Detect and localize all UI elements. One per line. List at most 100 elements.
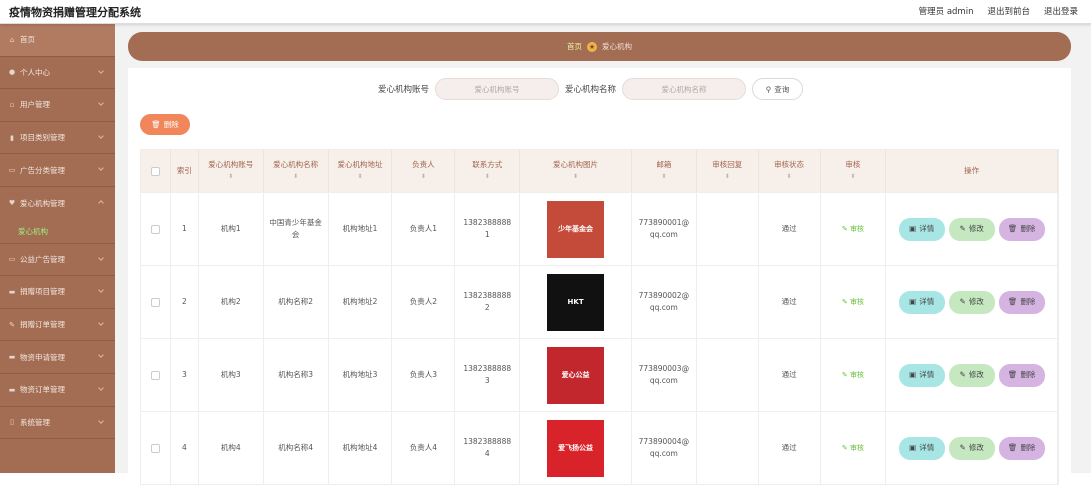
header-name[interactable]: 爱心机构名称 ⬍ (264, 150, 329, 192)
header-label: 爱心机构图片 (553, 160, 599, 169)
view-button[interactable]: ▣ 详情 (898, 436, 945, 460)
detail-icon: ▣ (909, 370, 917, 379)
sort-icon[interactable]: ⬍ (293, 172, 298, 182)
view-button[interactable]: ▣ 详情 (898, 290, 945, 314)
cell-email: 773890001@qq.com (632, 193, 697, 265)
header-address[interactable]: 爱心机构地址 ⬍ (329, 150, 393, 192)
cell-actions: ▣ 详情 ✎ 修改 🗑 删除 (886, 193, 1058, 265)
phone-text: 13823888881 (463, 218, 512, 239)
delete-button[interactable]: 🗑 删除 (998, 436, 1045, 460)
query-button[interactable]: ⚲ 查询 (752, 78, 804, 100)
edit-button[interactable]: ✎ 修改 (948, 436, 995, 460)
edit-icon: ✎ (959, 370, 966, 379)
app-title: 疫情物资捐赠管理分配系统 (9, 6, 141, 19)
sort-icon[interactable]: ⬍ (661, 172, 666, 182)
audit-link[interactable]: ✎ 审核 (842, 223, 864, 235)
header-status[interactable]: 审核状态 ⬍ (759, 150, 821, 192)
sort-icon[interactable]: ⬍ (228, 172, 233, 182)
cell-reply (697, 412, 759, 484)
sidebar-item-system[interactable]: ▯ 系统管理 (0, 407, 115, 440)
search-bar: 爱心机构账号 爱心机构账号 爱心机构名称 爱心机构名称 ⚲ 查询 (378, 78, 804, 100)
chevron-down-icon (98, 132, 104, 139)
cell-account: 机构3 (199, 339, 264, 411)
cell-email: 773890003@qq.com (632, 339, 697, 411)
breadcrumb-home[interactable]: 首页 (567, 41, 582, 52)
email-text: 773890004@qq.com (638, 437, 690, 458)
org-image-text: 爱心公益 (561, 371, 590, 379)
sidebar-item-donation-order[interactable]: ✎ 捐赠订单管理 (0, 309, 115, 342)
edit-button[interactable]: ✎ 修改 (948, 290, 995, 314)
back-to-front-link[interactable]: 退出到前台 (987, 5, 1030, 17)
sort-icon[interactable]: ⬍ (421, 172, 426, 182)
row-checkbox[interactable] (150, 297, 160, 307)
batch-delete-button[interactable]: 🗑 删除 (140, 114, 190, 135)
header-person[interactable]: 负责人 ⬍ (392, 150, 456, 192)
row-checkbox[interactable] (150, 370, 160, 380)
cell-person: 负责人3 (392, 339, 456, 411)
header-reply[interactable]: 审核回复 ⬍ (697, 150, 759, 192)
sidebar-item-project-category[interactable]: ▮ 项目类别管理 (0, 122, 115, 155)
logout-link[interactable]: 退出登录 (1044, 5, 1078, 17)
sort-icon[interactable]: ⬍ (485, 172, 490, 182)
sidebar-item-label: 物资订单管理 (20, 385, 65, 395)
ad-icon: ▭ (8, 255, 16, 264)
view-button[interactable]: ▣ 详情 (898, 217, 945, 241)
cell-account: 机构2 (199, 266, 264, 338)
row-checkbox[interactable] (150, 224, 160, 234)
audit-link[interactable]: ✎ 审核 (842, 442, 864, 454)
cell-image: 爱心公益 (520, 339, 632, 411)
chevron-down-icon (98, 254, 104, 261)
header-audit[interactable]: 审核 ⬍ (821, 150, 887, 192)
row-select-cell (141, 412, 171, 484)
header-label: 爱心机构账号 (208, 160, 254, 169)
sidebar-item-ad-category[interactable]: ▭ 广告分类管理 (0, 154, 115, 187)
cell-actions: ▣ 详情 ✎ 修改 🗑 删除 (886, 339, 1058, 411)
sidebar-item-charity-org[interactable]: ♥ 爱心机构管理 (0, 187, 115, 220)
header-image[interactable]: 爱心机构图片 ⬍ (520, 150, 632, 192)
sort-icon[interactable]: ⬍ (850, 172, 855, 182)
sidebar-item-supply-apply[interactable]: ▬ 物资申请管理 (0, 341, 115, 374)
delete-button[interactable]: 🗑 删除 (998, 217, 1045, 241)
header-phone[interactable]: 联系方式 ⬍ (455, 150, 521, 192)
header-email[interactable]: 邮箱 ⬍ (632, 150, 697, 192)
audit-link[interactable]: ✎ 审核 (842, 369, 864, 381)
audit-label: 审核 (850, 298, 864, 306)
sort-icon[interactable]: ⬍ (358, 172, 363, 182)
sort-icon[interactable]: ⬍ (573, 172, 578, 182)
audit-label: 审核 (850, 371, 864, 379)
sidebar-item-public-ad[interactable]: ▭ 公益广告管理 (0, 244, 115, 277)
edit-button[interactable]: ✎ 修改 (948, 217, 995, 241)
sort-icon[interactable]: ⬍ (725, 172, 730, 182)
delete-button[interactable]: 🗑 删除 (998, 290, 1045, 314)
view-label: 详情 (919, 370, 935, 379)
sidebar-item-supply-order[interactable]: ▬ 物资订单管理 (0, 374, 115, 407)
view-label: 详情 (919, 297, 935, 306)
sidebar-item-donation-project[interactable]: ▬ 捐赠项目管理 (0, 276, 115, 309)
sidebar-item-label: 公益广告管理 (20, 254, 65, 264)
view-button[interactable]: ▣ 详情 (898, 363, 945, 387)
sidebar-subitem-charity-org[interactable]: 爱心机构 (0, 219, 115, 244)
select-all-cell (141, 150, 171, 192)
query-button-label: 查询 (774, 84, 790, 94)
audit-link[interactable]: ✎ 审核 (842, 296, 864, 308)
home-icon: ⌂ (9, 35, 15, 44)
edit-icon: ✎ (841, 444, 848, 452)
edit-icon: ✎ (959, 297, 966, 306)
account-search-input[interactable]: 爱心机构账号 (435, 78, 560, 100)
name-search-label: 爱心机构名称 (565, 85, 617, 95)
sidebar-item-home[interactable]: ⌂ 首页 (0, 24, 115, 57)
trash-icon: 🗑 (1007, 443, 1018, 452)
header-label: 爱心机构地址 (337, 160, 383, 169)
select-all-checkbox[interactable] (150, 166, 160, 176)
name-search-input[interactable]: 爱心机构名称 (622, 78, 747, 100)
sort-icon[interactable]: ⬍ (787, 172, 792, 182)
chevron-down-icon (98, 287, 104, 293)
cell-audit: ✎ 审核 (821, 339, 887, 411)
edit-label: 修改 (968, 297, 984, 306)
edit-button[interactable]: ✎ 修改 (948, 363, 995, 387)
delete-button[interactable]: 🗑 删除 (998, 363, 1045, 387)
header-account[interactable]: 爱心机构账号 ⬍ (199, 150, 264, 192)
sidebar-item-profile[interactable]: ● 个人中心 (0, 57, 115, 90)
sidebar-item-users[interactable]: ▫ 用户管理 (0, 89, 115, 122)
row-checkbox[interactable] (150, 443, 160, 453)
